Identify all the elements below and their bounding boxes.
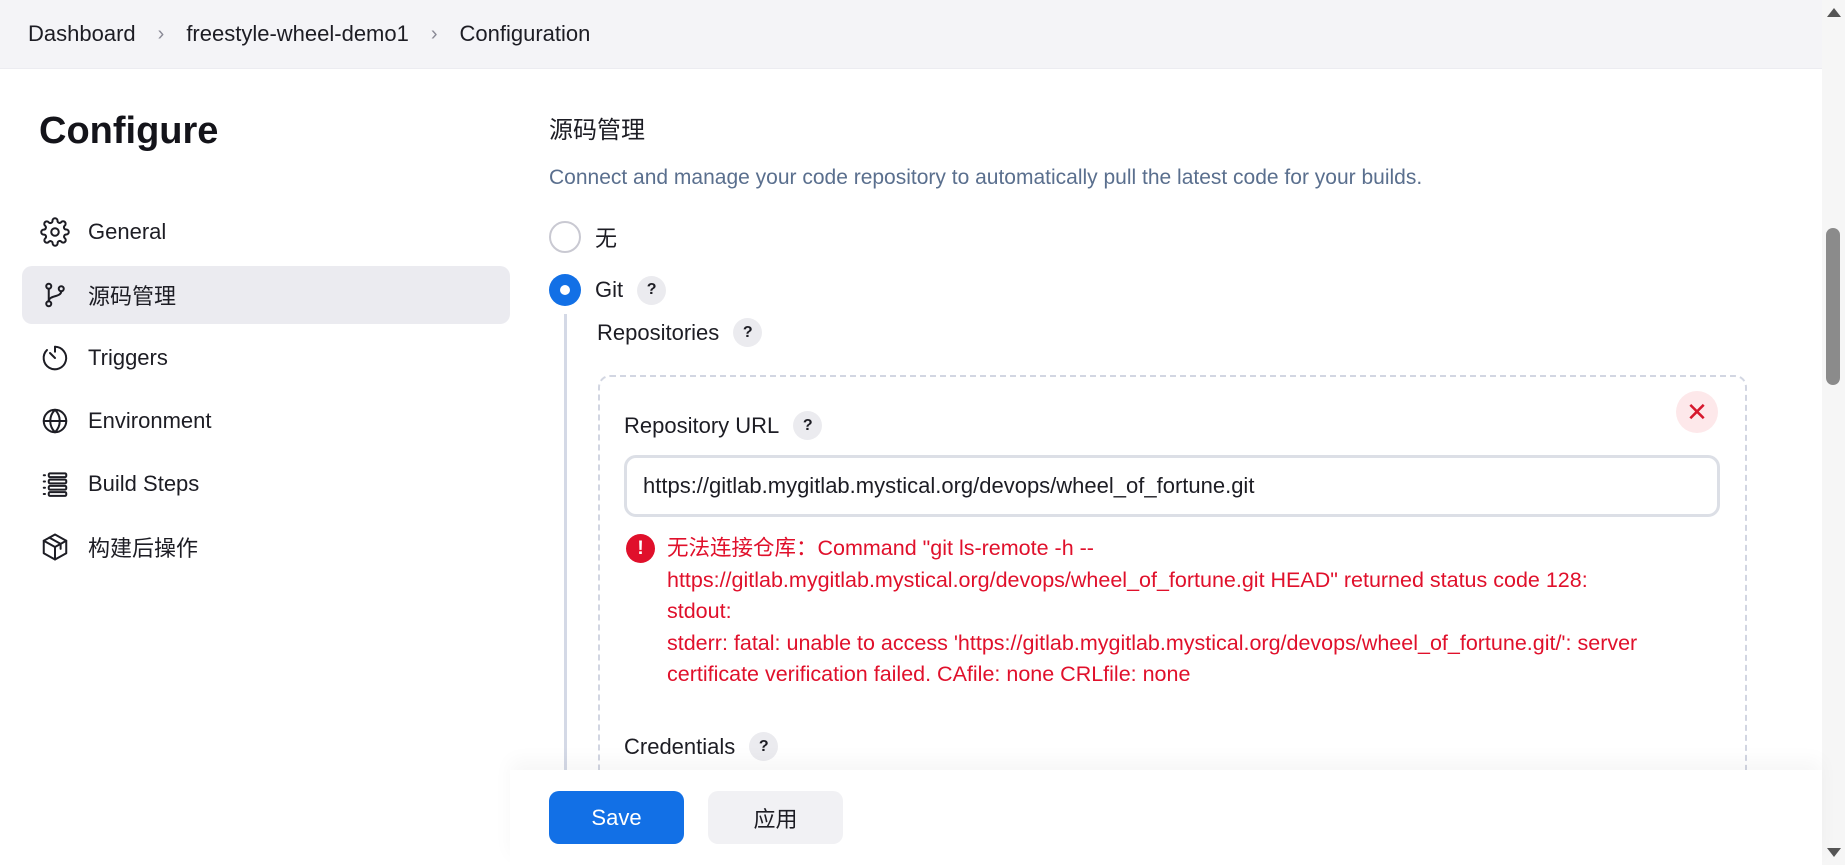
scroll-up-arrow-icon[interactable] — [1827, 8, 1841, 17]
breadcrumb: Dashboard › freestyle-wheel-demo1 › Conf… — [0, 0, 1822, 69]
sidebar-item-label: 构建后操作 — [88, 536, 199, 561]
sidebar-item-environment[interactable]: Environment — [22, 392, 510, 450]
repositories-label: Repositories — [597, 319, 720, 345]
repository-url-label: Repository URL — [624, 412, 780, 438]
page-scrollbar[interactable] — [1822, 0, 1845, 865]
breadcrumb-configuration[interactable]: Configuration — [460, 21, 591, 47]
scroll-down-arrow-icon[interactable] — [1827, 848, 1841, 857]
error-line: https://gitlab.mygitlab.mystical.org/dev… — [667, 567, 1588, 592]
repository-error-message: ! 无法连接仓库：Command "git ls-remote -h -- ht… — [624, 533, 1734, 691]
section-description: Connect and manage your code repository … — [549, 166, 1423, 189]
git-section-rail — [564, 314, 567, 774]
sidebar-item-build-steps[interactable]: Build Steps — [22, 455, 510, 513]
bottom-action-bar — [510, 770, 1822, 865]
sidebar-item-post-build[interactable]: 构建后操作 — [22, 518, 510, 576]
chevron-right-icon: › — [430, 22, 438, 45]
close-icon: ✕ — [1686, 396, 1708, 427]
error-icon: ! — [626, 534, 655, 563]
sidebar-item-label: General — [88, 219, 167, 244]
repository-card: ✕ Repository URL ? ! 无法连接仓库：Command "git… — [598, 375, 1747, 795]
error-line: 无法连接仓库：Command "git ls-remote -h -- — [667, 536, 1094, 560]
sidebar-nav: General 源码管理 Triggers Environment Build … — [22, 203, 510, 581]
scroll-thumb[interactable] — [1826, 228, 1840, 385]
repository-url-help-icon[interactable]: ? — [793, 411, 823, 440]
scm-option-git[interactable]: Git ? — [549, 274, 667, 306]
globe-icon — [40, 406, 70, 436]
scm-option-none[interactable]: 无 — [549, 221, 617, 253]
sidebar-item-label: Environment — [88, 408, 212, 433]
sidebar-item-label: Build Steps — [88, 471, 200, 496]
git-branch-icon — [40, 280, 70, 310]
repository-url-input[interactable] — [624, 455, 1720, 517]
credentials-label: Credentials — [624, 733, 736, 759]
error-line: stderr: fatal: unable to access 'https:/… — [667, 630, 1638, 655]
radio-none-label: 无 — [595, 226, 618, 251]
sidebar-item-general[interactable]: General — [22, 203, 510, 261]
section-title: 源码管理 — [549, 117, 645, 144]
repositories-help-icon[interactable]: ? — [733, 318, 763, 347]
package-icon — [40, 532, 70, 562]
error-line: certificate verification failed. CAfile:… — [667, 662, 1191, 686]
sidebar-item-label: Triggers — [88, 345, 168, 370]
error-line: stdout: — [667, 599, 732, 623]
breadcrumb-dashboard[interactable]: Dashboard — [28, 21, 136, 47]
repository-url-header: Repository URL ? — [624, 411, 823, 440]
credentials-header: Credentials ? — [624, 732, 779, 761]
radio-git[interactable] — [549, 274, 581, 306]
breadcrumb-job[interactable]: freestyle-wheel-demo1 — [186, 21, 409, 47]
error-text: 无法连接仓库：Command "git ls-remote -h -- http… — [667, 533, 1637, 691]
repositories-header: Repositories ? — [597, 318, 763, 347]
radio-none[interactable] — [549, 221, 581, 253]
credentials-help-icon[interactable]: ? — [749, 732, 779, 761]
remove-repository-button[interactable]: ✕ — [1676, 391, 1718, 433]
sidebar-item-scm[interactable]: 源码管理 — [22, 266, 510, 324]
gear-icon — [40, 217, 70, 247]
save-button[interactable]: Save — [549, 791, 684, 844]
chevron-right-icon: › — [157, 22, 165, 45]
apply-button[interactable]: 应用 — [708, 791, 843, 844]
list-icon — [40, 469, 70, 499]
radio-git-label: Git — [595, 277, 624, 302]
sidebar-item-triggers[interactable]: Triggers — [22, 329, 510, 387]
git-help-icon[interactable]: ? — [637, 275, 667, 305]
page-title: Configure — [39, 110, 219, 152]
timer-icon — [40, 343, 70, 373]
sidebar-item-label: 源码管理 — [88, 284, 177, 309]
